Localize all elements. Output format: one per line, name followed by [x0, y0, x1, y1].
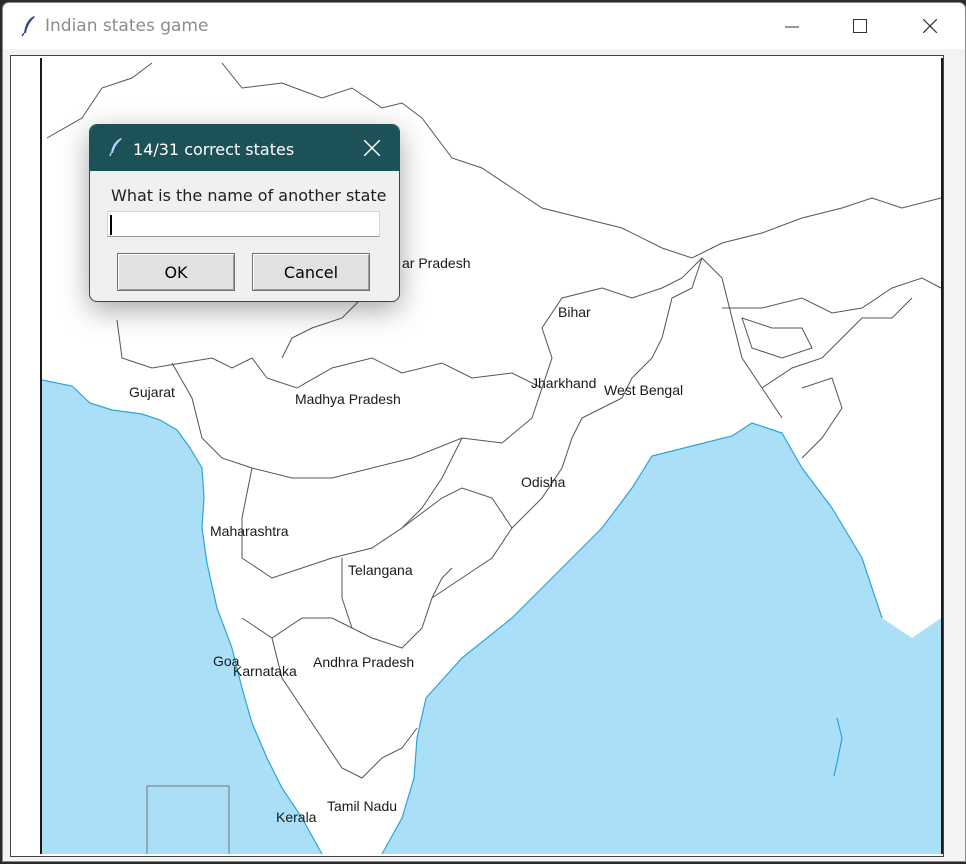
state-border	[722, 277, 941, 314]
dialog-title-bar[interactable]: 14/31 correct states	[90, 125, 399, 171]
dialog-close-button[interactable]	[352, 131, 392, 165]
state-border	[421, 117, 941, 259]
feather-icon	[109, 137, 123, 157]
state-border	[541, 257, 703, 389]
ok-button[interactable]: OK	[117, 253, 235, 291]
state-label-madhya-pradesh: Madhya Pradesh	[295, 391, 401, 407]
maximize-icon	[853, 19, 867, 33]
state-label-odisha: Odisha	[521, 474, 566, 490]
close-button[interactable]	[896, 3, 964, 49]
state-name-input[interactable]	[107, 211, 380, 237]
state-label-tamil-nadu: Tamil Nadu	[327, 798, 398, 814]
state-label-jharkhand: Jharkhand	[531, 375, 597, 391]
state-label-uttar-pradesh: ar Pradesh	[402, 255, 471, 271]
state-border	[401, 487, 513, 529]
state-border	[171, 362, 543, 479]
close-icon	[923, 19, 937, 33]
cancel-button[interactable]: Cancel	[252, 253, 370, 291]
dialog-prompt: What is the name of another state	[111, 186, 387, 205]
title-bar[interactable]: Indian states game	[3, 3, 965, 49]
state-border	[761, 297, 913, 389]
state-label-kerala: Kerala	[276, 809, 317, 825]
text-caret	[110, 215, 112, 235]
state-label-telangana: Telangana	[348, 562, 413, 578]
minimize-icon	[785, 26, 799, 28]
state-border	[741, 317, 813, 359]
state-border	[801, 377, 843, 459]
state-label-karnataka: Karnataka	[233, 663, 297, 679]
maximize-button[interactable]	[826, 3, 894, 49]
dialog-title: 14/31 correct states	[133, 140, 295, 159]
bay-of-bengal	[382, 423, 941, 854]
minimize-button[interactable]	[758, 3, 826, 49]
state-label-bihar: Bihar	[558, 304, 591, 320]
feather-icon	[21, 15, 37, 37]
state-border	[221, 62, 423, 119]
state-label-maharashtra: Maharashtra	[210, 523, 289, 539]
state-label-andhra-pradesh: Andhra Pradesh	[313, 654, 415, 670]
state-label-west-bengal: West Bengal	[604, 382, 684, 398]
state-border	[241, 617, 353, 639]
window-title: Indian states game	[45, 16, 209, 36]
state-label-gujarat: Gujarat	[129, 384, 175, 400]
state-input-dialog: 14/31 correct states What is the name of…	[89, 124, 400, 302]
close-icon	[364, 140, 380, 156]
